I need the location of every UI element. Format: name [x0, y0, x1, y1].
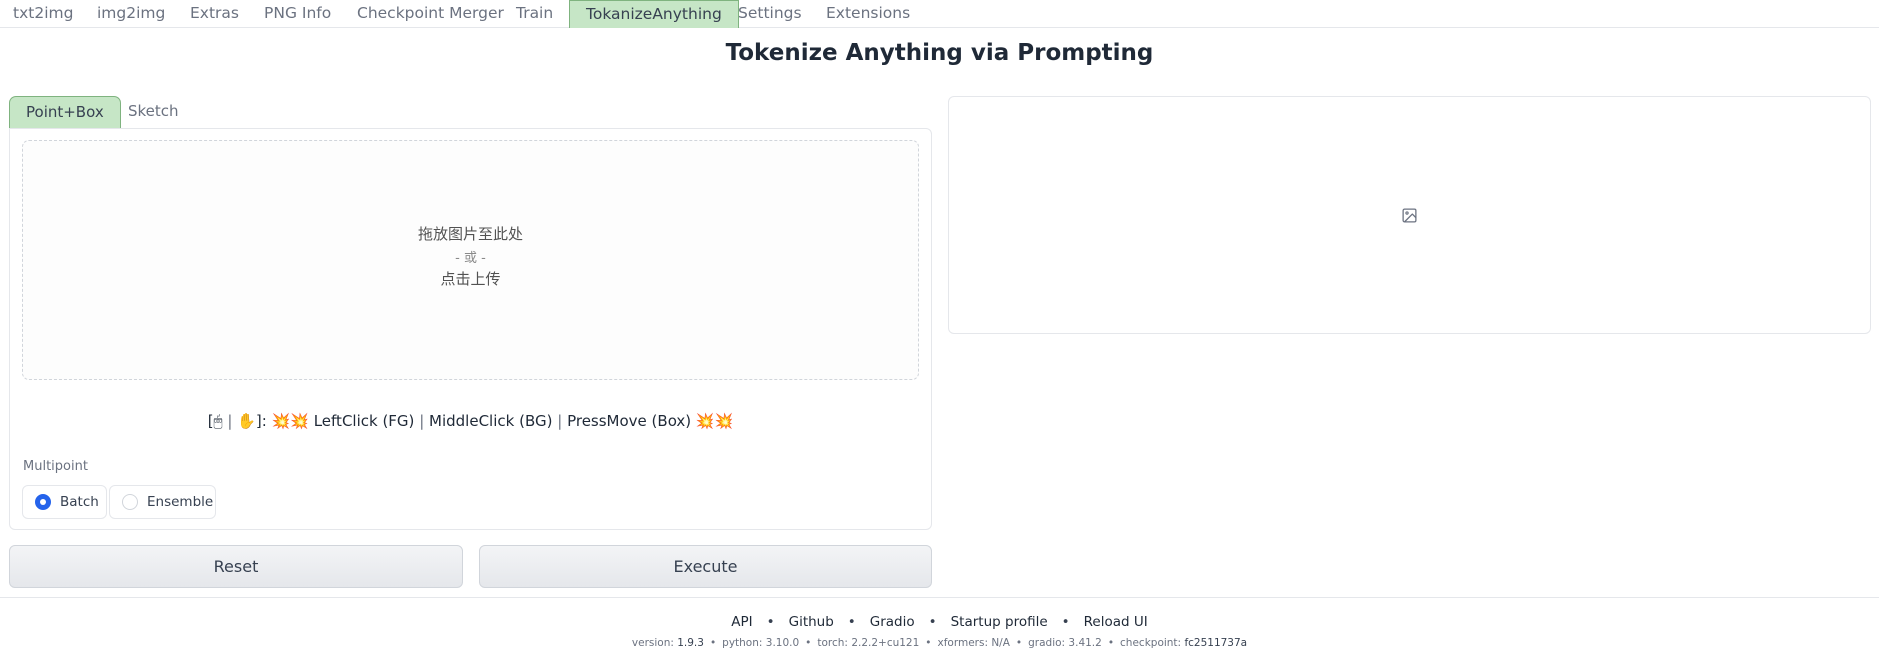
top-tab-bar: txt2img img2img Extras PNG Info Checkpoi… [0, 0, 1879, 28]
tab-checkpoint-merger[interactable]: Checkpoint Merger [357, 0, 504, 28]
hint-separator: | [227, 412, 233, 430]
multipoint-label: Multipoint [23, 459, 88, 474]
upload-click-text: 点击上传 [440, 270, 501, 288]
hint-separator: | [419, 412, 425, 430]
tab-txt2img[interactable]: txt2img [13, 0, 73, 28]
footer-dot: • [847, 614, 856, 630]
radio-batch[interactable]: Batch [22, 485, 107, 519]
tab-train[interactable]: Train [516, 0, 553, 28]
python-key: python: [722, 637, 766, 649]
checkpoint-value: fc2511737a [1184, 637, 1248, 649]
image-upload-dropzone[interactable]: 拖放图片至此处 - 或 - 点击上传 [22, 140, 919, 380]
version-dot: • [805, 637, 812, 649]
footer-link-api[interactable]: API [731, 614, 752, 630]
spark-icon: 💥 [271, 412, 291, 430]
xformers-key: xformers: [937, 637, 992, 649]
tab-img2img[interactable]: img2img [97, 0, 165, 28]
upload-drop-text: 拖放图片至此处 [417, 225, 523, 243]
version-dot: • [709, 637, 717, 649]
radio-ensemble[interactable]: Ensemble [109, 485, 216, 519]
spark-icon: 💥 [714, 412, 734, 430]
output-image-panel [948, 96, 1871, 334]
footer-dot: • [766, 614, 775, 630]
reset-button[interactable]: Reset [9, 545, 463, 588]
radio-checked-icon [35, 494, 51, 510]
version-dot: • [1015, 637, 1023, 649]
footer-links: API • Github • Gradio • Startup profile • Reload… [0, 614, 1879, 630]
input-panel: 拖放图片至此处 - 或 - 点击上传 [🖱 | ✋]: 💥💥 LeftClick… [9, 128, 932, 530]
execute-button[interactable]: Execute [479, 545, 932, 588]
version-dot: • [1107, 637, 1115, 649]
gradio-key: gradio: [1028, 637, 1069, 649]
spark-icon: 💥 [290, 412, 309, 430]
tab-extensions[interactable]: Extensions [826, 0, 910, 28]
footer-divider [0, 597, 1879, 598]
upload-or-text: - 或 - [455, 251, 486, 266]
hint-left-click: LeftClick (FG) [313, 412, 415, 430]
radio-batch-label: Batch [60, 494, 99, 510]
mouse-icon: 🖱 [213, 412, 223, 430]
radio-unchecked-icon [122, 494, 138, 510]
hint-middle-click: MiddleClick (BG) [429, 412, 553, 430]
xformers-value: N/A [991, 637, 1010, 649]
version-info: version: 1.9.3 • python: 3.10.0 • torch: 2.2… [0, 637, 1879, 649]
hint-separator: | [557, 412, 563, 430]
torch-key: torch: [817, 637, 852, 649]
footer-link-startup-profile[interactable]: Startup profile [951, 614, 1048, 630]
checkpoint-key: checkpoint: [1120, 637, 1185, 649]
version-value: 1.9.3 [677, 637, 704, 649]
usage-hint: [🖱 | ✋]: 💥💥 LeftClick (FG) | MiddleClick… [10, 412, 931, 430]
footer-link-github[interactable]: Github [789, 614, 834, 630]
hand-icon: ✋ [237, 412, 256, 430]
version-key: version: [631, 637, 678, 649]
image-icon [1402, 208, 1417, 223]
gradio-value: 3.41.2 [1068, 637, 1102, 649]
hint-press-move: PressMove (Box) [567, 412, 692, 430]
footer-link-gradio[interactable]: Gradio [870, 614, 915, 630]
footer-dot: • [928, 614, 937, 630]
tab-sketch[interactable]: Sketch [128, 96, 179, 129]
torch-value: 2.2.2+cu121 [851, 637, 920, 649]
python-value: 3.10.0 [765, 637, 800, 649]
tab-point-box[interactable]: Point+Box [9, 96, 121, 129]
spark-icon: 💥 [695, 412, 715, 430]
tab-tokanizeanything[interactable]: TokanizeAnything [569, 0, 739, 28]
tab-png-info[interactable]: PNG Info [264, 0, 331, 28]
radio-ensemble-label: Ensemble [147, 494, 214, 510]
page-title: Tokenize Anything via Prompting [725, 40, 1154, 66]
hint-close-bracket: ]: [255, 412, 267, 430]
version-dot: • [925, 637, 932, 649]
tab-settings[interactable]: Settings [738, 0, 802, 28]
footer-dot: • [1061, 614, 1070, 630]
tab-extras[interactable]: Extras [190, 0, 239, 28]
footer-link-reload-ui[interactable]: Reload UI [1084, 614, 1148, 630]
